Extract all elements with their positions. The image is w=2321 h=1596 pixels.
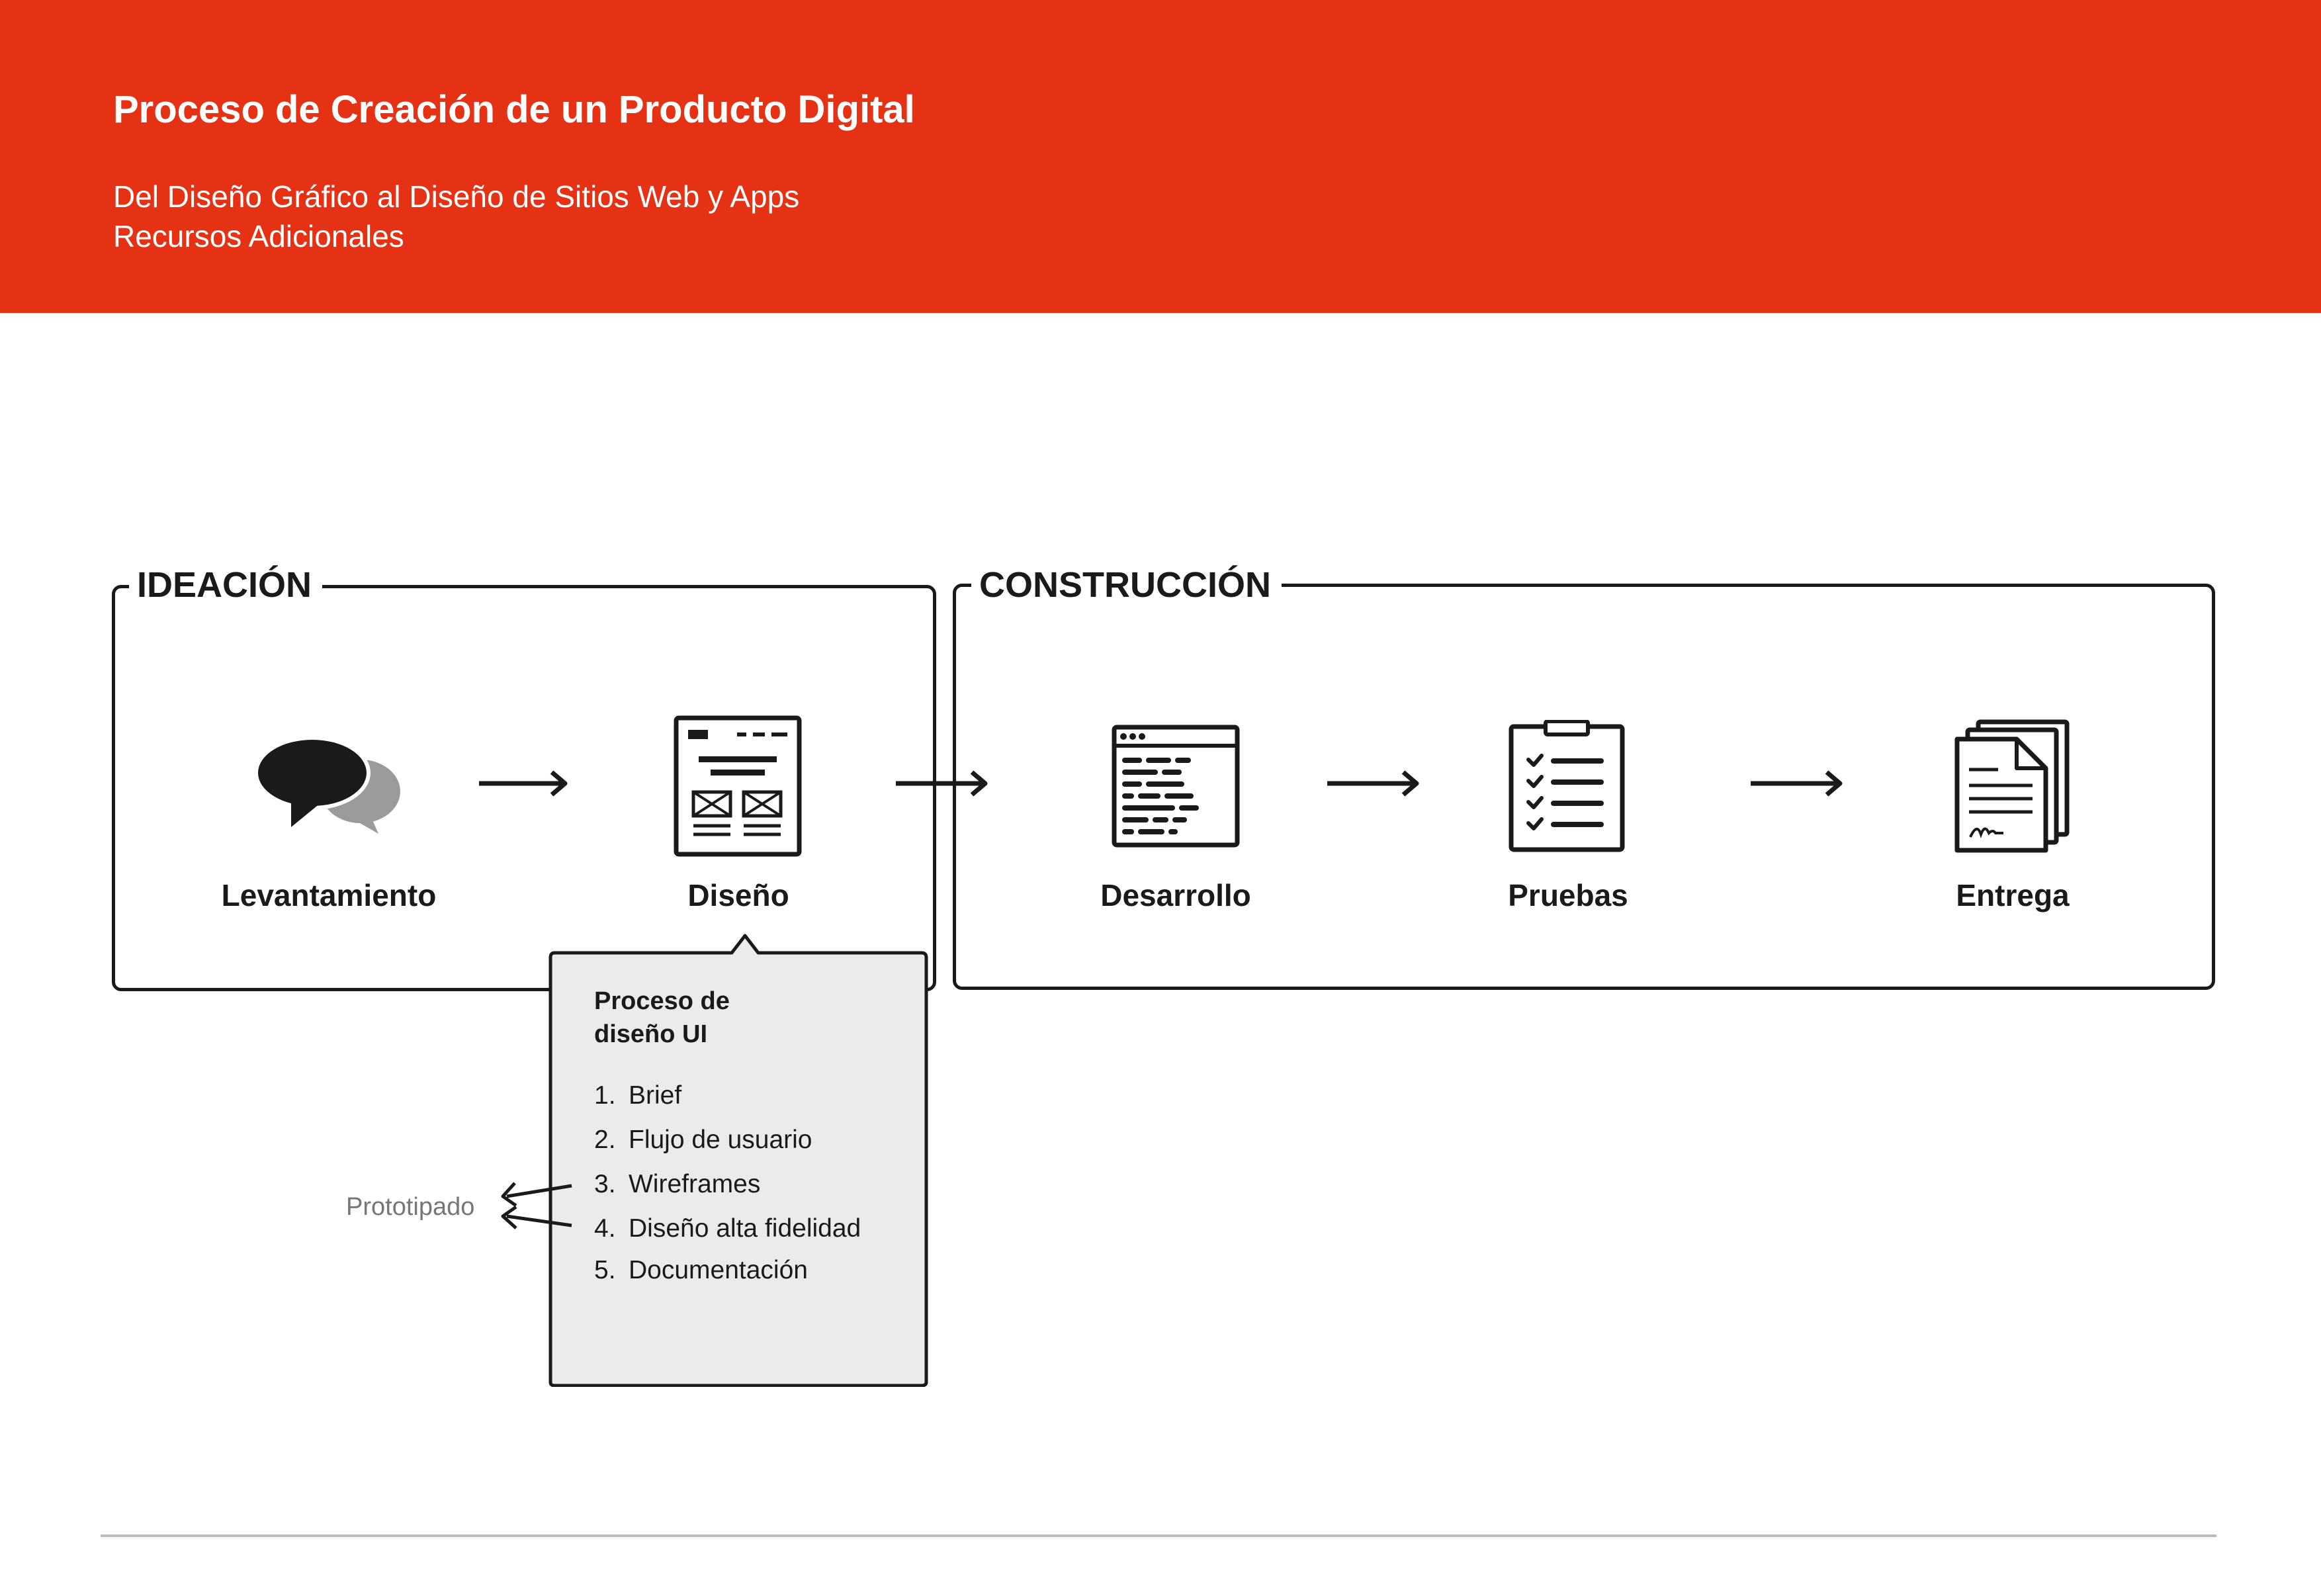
list-item: 1. Brief — [594, 1081, 682, 1110]
construccion-group-label: CONSTRUCCIÓN — [971, 565, 1282, 605]
ideacion-group-label: IDEACIÓN — [129, 565, 323, 605]
page-title: Proceso de Creación de un Producto Digit… — [113, 88, 915, 131]
list-item: 4. Diseño alta fidelidad — [594, 1214, 861, 1243]
list-item: 2. Flujo de usuario — [594, 1126, 812, 1154]
signed-documents-icon — [1954, 719, 2070, 853]
footer-divider — [101, 1534, 2216, 1537]
step-label-entrega: Entrega — [1956, 878, 2070, 912]
arrow-right-icon — [896, 770, 988, 797]
checklist-clipboard-icon — [1509, 720, 1625, 852]
step-label-levantamiento: Levantamiento — [221, 878, 437, 912]
speech-bubbles-icon — [254, 736, 400, 834]
page-subtitle-secondary: Recursos Adicionales — [113, 219, 404, 253]
arrow-right-icon — [1751, 770, 1843, 797]
code-window-icon — [1112, 725, 1240, 848]
list-item: 3. Wireframes — [594, 1170, 761, 1198]
step-label-diseno: Diseño — [687, 878, 789, 912]
step-label-desarrollo: Desarrollo — [1100, 878, 1251, 912]
prototyping-note: Prototipado — [346, 1193, 475, 1221]
bracket-arrow-icon — [501, 1182, 572, 1229]
arrow-right-icon — [1327, 770, 1419, 797]
arrow-right-icon — [479, 770, 568, 797]
header-banner — [0, 0, 2321, 313]
page-subtitle: Del Diseño Gráfico al Diseño de Sitios W… — [113, 179, 800, 214]
design-process-title: Proceso de diseño UI — [594, 987, 730, 1048]
step-label-pruebas: Pruebas — [1508, 878, 1628, 912]
wireframe-layout-icon — [674, 715, 802, 857]
list-item: 5. Documentación — [594, 1256, 808, 1284]
